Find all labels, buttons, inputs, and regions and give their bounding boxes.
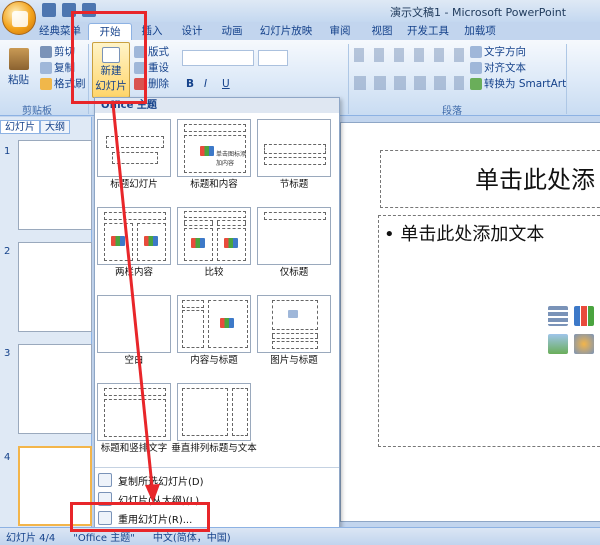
body-placeholder-text: • 单击此处添加文本: [384, 224, 545, 245]
align-text-icon: [470, 61, 482, 74]
layout-picture-caption[interactable]: [257, 295, 331, 353]
insert-chart-icon[interactable]: [574, 306, 594, 326]
underline-button[interactable]: U: [222, 78, 230, 90]
brush-icon: [40, 77, 52, 90]
save-icon[interactable]: [42, 3, 56, 17]
paste-button[interactable]: 粘贴: [8, 48, 29, 87]
layout-title-only[interactable]: [257, 207, 331, 265]
layout-vertical-title-text[interactable]: [177, 383, 251, 441]
menu-divider: [95, 467, 339, 468]
copy-button[interactable]: 复制: [40, 60, 75, 75]
layout-label: 比较: [204, 267, 224, 278]
slide-number: 4: [4, 452, 11, 463]
list-buttons[interactable]: [354, 48, 464, 62]
tab-animation[interactable]: 动画: [214, 23, 250, 40]
layout-label: 垂直排列标题与文本: [171, 443, 257, 454]
tab-slides[interactable]: 幻灯片: [0, 120, 40, 134]
clipboard-group-label: 剪贴板: [22, 106, 52, 117]
layout-title-vertical-text[interactable]: [97, 383, 171, 441]
slide-thumbnail[interactable]: [18, 140, 92, 230]
layout-label: 空白: [124, 355, 144, 366]
office-button[interactable]: [2, 1, 36, 35]
tab-slideshow[interactable]: 幻灯片放映: [254, 23, 318, 40]
insert-table-icon[interactable]: [548, 306, 568, 326]
layout-label: 标题和内容: [190, 179, 238, 190]
align-text-button[interactable]: 对齐文本: [470, 60, 526, 75]
align-buttons[interactable]: [354, 76, 464, 90]
duplicate-slides-menu-item[interactable]: 复制所选幻灯片(D): [96, 471, 338, 489]
layout-section-header[interactable]: [257, 119, 331, 177]
annotation-highlight-box: [71, 11, 147, 104]
tab-view[interactable]: 视图: [362, 23, 402, 40]
smartart-button[interactable]: 转换为 SmartArt: [470, 76, 566, 91]
slide-position: 幻灯片 4/4: [6, 533, 56, 544]
insert-picture-icon[interactable]: [548, 334, 568, 354]
slide-thumbnail[interactable]: [18, 242, 92, 332]
body-placeholder-box[interactable]: [378, 215, 600, 447]
layout-label: 标题幻灯片: [110, 179, 158, 190]
group-divider: [348, 44, 349, 114]
tab-developer[interactable]: 开发工具: [404, 23, 452, 40]
text-direction-icon: [470, 45, 482, 58]
layout-label: 仅标题: [279, 267, 309, 278]
tab-outline[interactable]: 大纲: [40, 120, 70, 134]
slide-number: 3: [4, 348, 11, 359]
slide-number: 1: [4, 146, 11, 157]
layout-label: 内容与标题: [190, 355, 238, 366]
layout-label: 标题和竖排文字: [100, 443, 168, 454]
tab-review[interactable]: 审阅: [320, 23, 360, 40]
duplicate-slide-icon: [98, 473, 112, 487]
title-placeholder-text: 单击此处添: [475, 166, 595, 194]
layout-blank[interactable]: [97, 295, 171, 353]
layout-label: 两栏内容: [114, 267, 153, 278]
smartart-icon: [470, 77, 482, 90]
tab-addins[interactable]: 加载项: [456, 23, 504, 40]
layout-two-content[interactable]: [97, 207, 171, 265]
italic-button[interactable]: I: [204, 78, 207, 90]
text-direction-button[interactable]: 文字方向: [470, 44, 526, 59]
slide-thumbnail[interactable]: [18, 344, 92, 434]
paste-icon: [8, 48, 29, 70]
pane-tabs: 幻灯片 大纲: [0, 120, 80, 134]
insert-clipart-icon[interactable]: [574, 334, 594, 354]
scissors-icon: [40, 45, 52, 58]
layout-content-caption[interactable]: [177, 295, 251, 353]
bold-button[interactable]: B: [186, 78, 194, 90]
copy-icon: [40, 61, 52, 74]
slide-number: 2: [4, 246, 11, 257]
layout-title-content[interactable]: 单击图标添加内容: [177, 119, 251, 177]
cut-button[interactable]: 剪切: [40, 44, 75, 59]
layout-label: 图片与标题: [270, 355, 318, 366]
office-logo-icon: [12, 11, 28, 27]
tab-design[interactable]: 设计: [172, 23, 212, 40]
font-name-select[interactable]: [182, 50, 254, 66]
layout-label: 节标题: [279, 179, 309, 190]
layout-comparison[interactable]: [177, 207, 251, 265]
group-divider: [566, 44, 567, 114]
font-size-select[interactable]: [258, 50, 288, 66]
annotation-highlight-box: [70, 502, 210, 532]
layout-title-slide[interactable]: [97, 119, 171, 177]
paragraph-group-label: 段落: [442, 106, 462, 117]
window-title: 演示文稿1 - Microsoft PowerPoint: [390, 6, 567, 19]
